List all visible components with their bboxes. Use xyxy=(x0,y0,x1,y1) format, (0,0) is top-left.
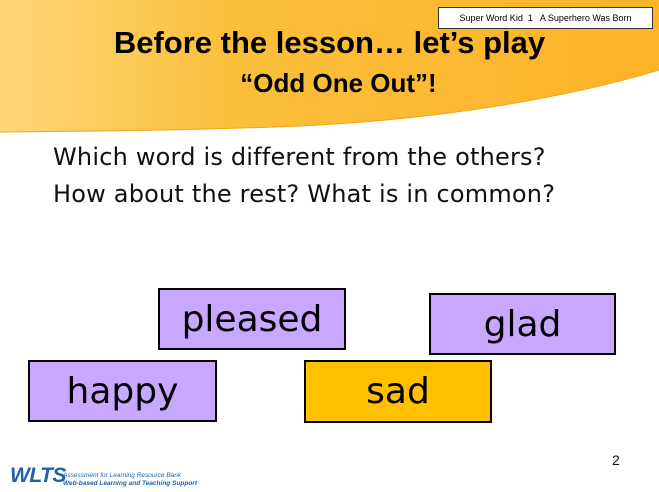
logo-mark: WLTS xyxy=(10,464,66,487)
page-number: 2 xyxy=(612,452,620,468)
logo-line-2: Web-based Learning and Teaching Support xyxy=(63,480,197,487)
word-card-sad[interactable]: sad xyxy=(304,360,492,423)
page-subtitle: “Odd One Out”! xyxy=(240,68,437,98)
word-card-happy[interactable]: happy xyxy=(28,360,217,422)
word-card-pleased[interactable]: pleased xyxy=(158,288,346,350)
question-line-2: How about the rest? What is in common? xyxy=(53,180,556,208)
wlts-logo: WLTS Assessment for Learning Resource Ba… xyxy=(10,464,210,492)
logo-line-1: Assessment for Learning Resource Bank xyxy=(63,472,182,479)
word-card-glad[interactable]: glad xyxy=(429,293,616,355)
page-title: Before the lesson… let’s play xyxy=(113,25,546,60)
question-line-1: Which word is different from the others? xyxy=(53,143,546,171)
